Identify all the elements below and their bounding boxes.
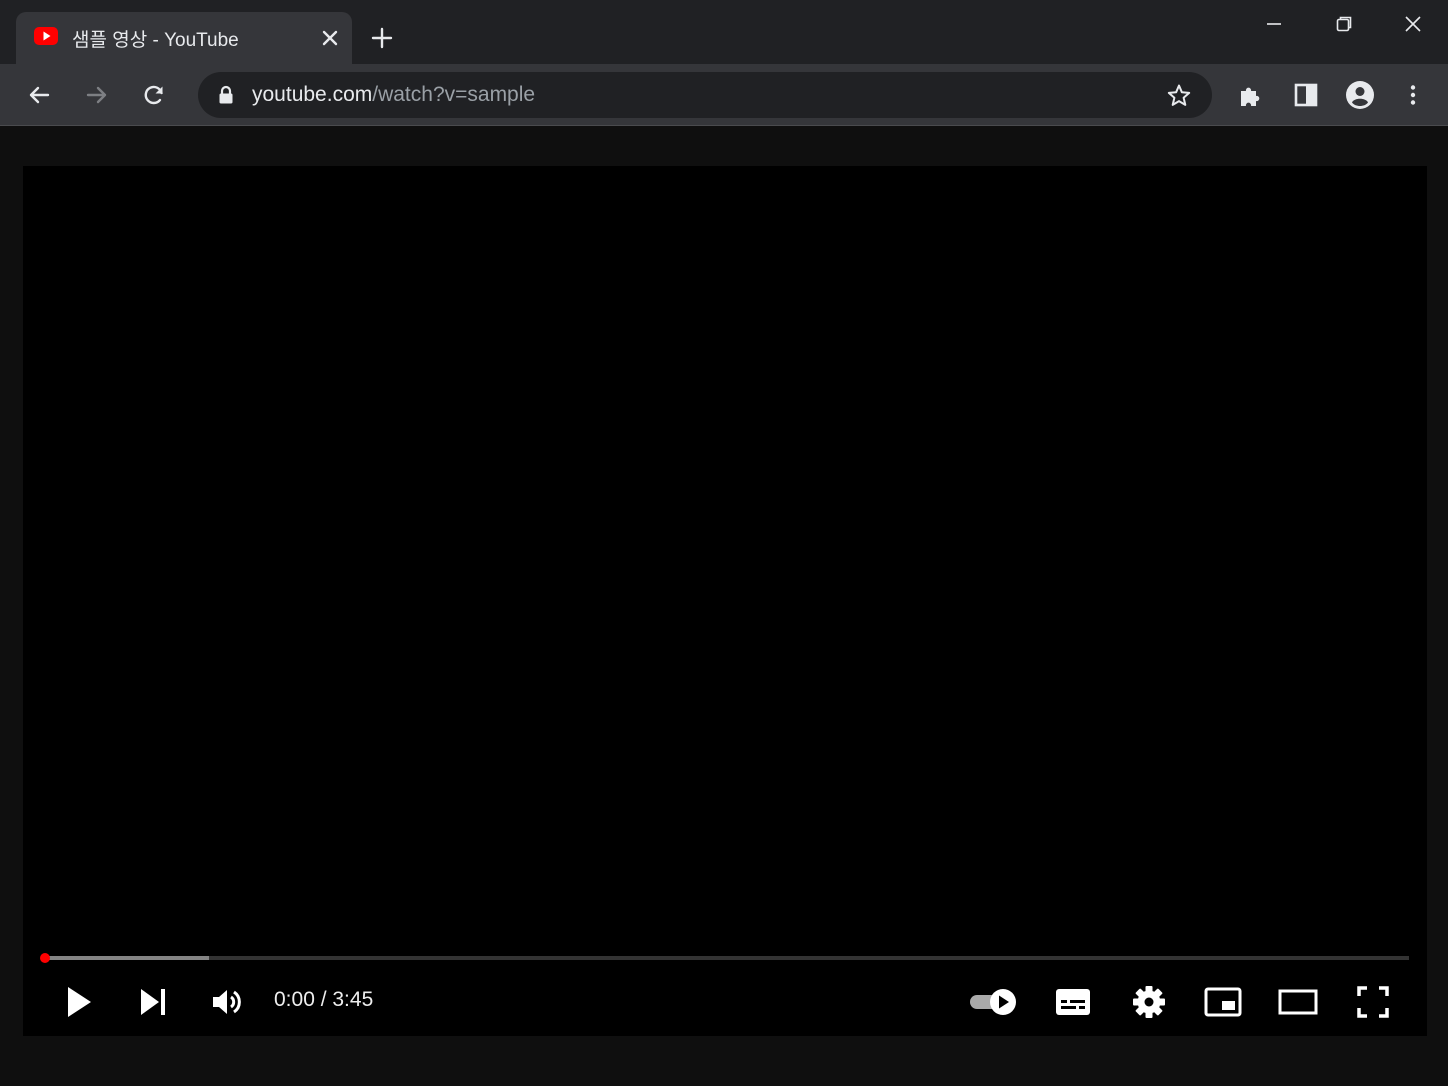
lock-icon[interactable] bbox=[216, 84, 236, 106]
tab-strip: 샘플 영상 - YouTube bbox=[0, 0, 1448, 64]
play-icon[interactable] bbox=[57, 980, 101, 1024]
page-content: 0:00 / 3:45 bbox=[0, 127, 1448, 1086]
next-video-icon[interactable] bbox=[131, 980, 175, 1024]
browser-toolbar: youtube.com/watch?v=sample bbox=[0, 64, 1448, 126]
time-display: 0:00 / 3:45 bbox=[274, 988, 374, 1011]
restore-icon[interactable] bbox=[1330, 10, 1358, 38]
autoplay-toggle[interactable] bbox=[967, 980, 1023, 1024]
tab-title: 샘플 영상 - YouTube bbox=[72, 30, 239, 51]
progress-scrubber[interactable] bbox=[40, 953, 50, 963]
url-text[interactable]: youtube.com/watch?v=sample bbox=[252, 83, 535, 107]
new-tab-plus-icon[interactable] bbox=[368, 24, 396, 52]
tab-close-icon[interactable] bbox=[318, 26, 342, 50]
profile-avatar-icon[interactable] bbox=[1345, 80, 1375, 110]
youtube-icon bbox=[34, 27, 58, 45]
side-panel-icon[interactable] bbox=[1291, 80, 1321, 110]
forward-arrow-icon[interactable] bbox=[82, 80, 112, 110]
volume-icon[interactable] bbox=[205, 980, 249, 1024]
miniplayer-icon[interactable] bbox=[1201, 980, 1245, 1024]
progress-loaded bbox=[45, 956, 209, 960]
video-player[interactable]: 0:00 / 3:45 bbox=[23, 166, 1427, 1036]
address-bar[interactable]: youtube.com/watch?v=sample bbox=[198, 72, 1212, 118]
progress-bar[interactable] bbox=[40, 953, 1409, 963]
fullscreen-icon[interactable] bbox=[1351, 980, 1395, 1024]
back-arrow-icon[interactable] bbox=[24, 80, 54, 110]
reload-icon[interactable] bbox=[139, 80, 169, 110]
more-menu-icon[interactable] bbox=[1398, 80, 1428, 110]
extensions-puzzle-icon[interactable] bbox=[1236, 80, 1266, 110]
minimize-icon[interactable] bbox=[1260, 10, 1288, 38]
subtitles-icon[interactable] bbox=[1051, 980, 1095, 1024]
url-host: youtube.com bbox=[252, 83, 373, 106]
bookmark-star-icon[interactable] bbox=[1164, 81, 1194, 111]
url-path: /watch?v=sample bbox=[372, 83, 536, 106]
settings-gear-icon[interactable] bbox=[1127, 980, 1171, 1024]
close-window-icon[interactable] bbox=[1399, 10, 1427, 38]
theater-mode-icon[interactable] bbox=[1276, 980, 1320, 1024]
tab-youtube[interactable]: 샘플 영상 - YouTube bbox=[16, 12, 352, 64]
